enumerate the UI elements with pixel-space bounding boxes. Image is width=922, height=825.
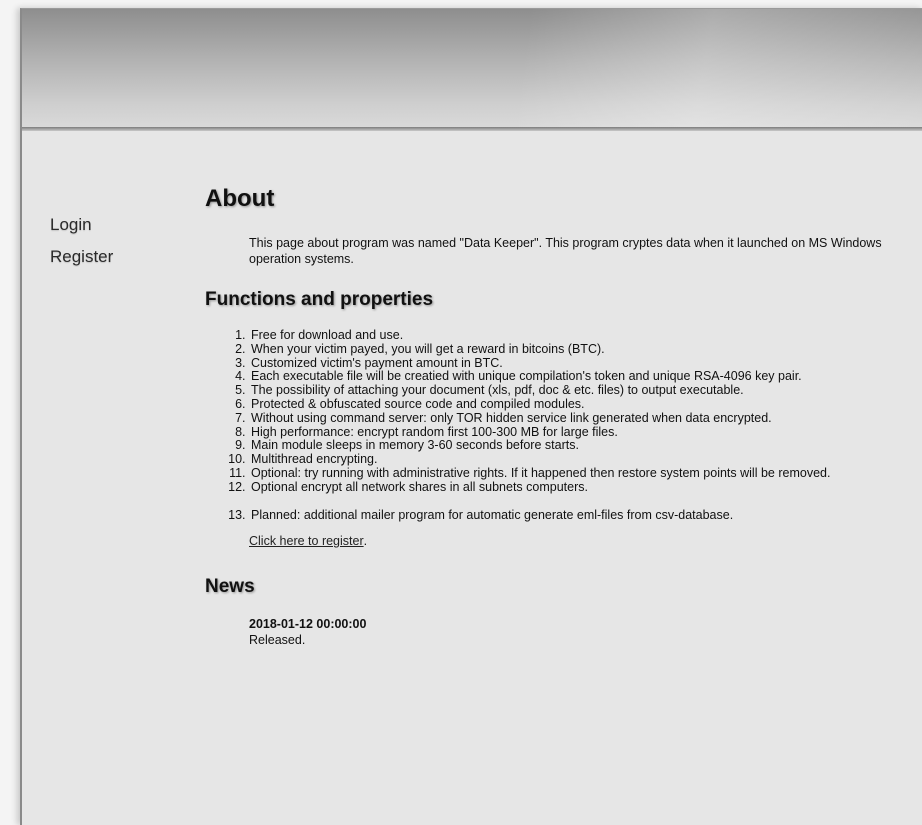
register-suffix: . — [363, 534, 368, 549]
list-item: Multithread encrypting. — [249, 452, 905, 467]
list-item-planned: Planned: additional mailer program for a… — [249, 508, 905, 523]
news-text: Released. — [249, 633, 306, 648]
list-item: Protected & obfuscated source code and c… — [249, 397, 905, 412]
nav-register-link[interactable]: Register — [50, 241, 170, 273]
list-item: Main module sleeps in memory 3-60 second… — [249, 439, 905, 453]
about-title: About — [205, 185, 275, 212]
functions-title: Functions and properties — [205, 289, 434, 310]
list-item: Optional encrypt all network shares in a… — [249, 480, 905, 495]
page-frame: Login Register About This page about pro… — [20, 8, 922, 825]
about-description: This page about program was named "Data … — [249, 236, 882, 266]
register-link[interactable]: Click here to register — [249, 534, 364, 548]
header-banner — [22, 9, 922, 131]
register-line: Click here to register. — [205, 522, 905, 550]
list-item: When your victim payed, you will get a r… — [249, 342, 905, 357]
planned-list: Planned: additional mailer program for a… — [205, 508, 905, 523]
list-item: Each executable file will be creatied wi… — [249, 370, 905, 384]
list-item: High performance: encrypt random first 1… — [249, 425, 905, 440]
main-content: About This page about program was named … — [205, 185, 905, 648]
list-item: Optional: try running with administrativ… — [249, 466, 905, 481]
list-item: Customized victim's payment amount in BT… — [249, 356, 905, 371]
sidebar-nav: Login Register — [50, 209, 170, 273]
news-title: News — [205, 576, 255, 598]
nav-login-link[interactable]: Login — [50, 209, 170, 241]
header-divider — [22, 127, 922, 131]
news-date: 2018-01-12 00:00:00 — [249, 617, 367, 632]
list-item: Without using command server: only TOR h… — [249, 411, 905, 426]
list-item: The possibility of attaching your docume… — [249, 383, 905, 398]
functions-list: Free for download and use. When your vic… — [205, 328, 905, 495]
list-item: Free for download and use. — [249, 328, 905, 343]
news-item: 2018-01-12 00:00:00 Released. — [249, 616, 905, 648]
